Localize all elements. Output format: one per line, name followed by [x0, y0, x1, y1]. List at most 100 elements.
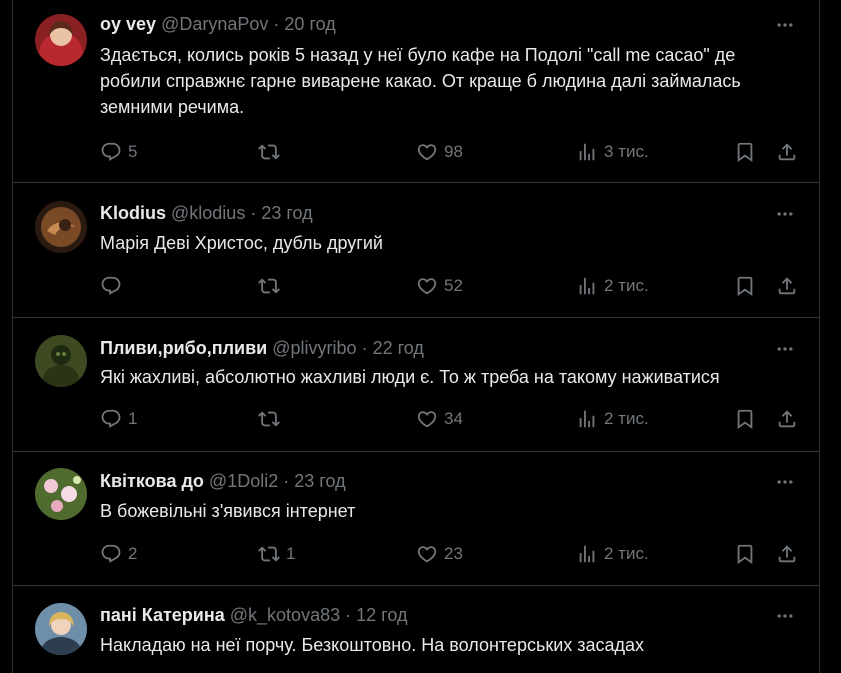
views-button[interactable]: 2 тис. — [576, 542, 649, 566]
repost-icon — [258, 275, 280, 297]
tweet[interactable]: Klodius @klodius · 23 год Марія Деві Хри… — [13, 183, 819, 318]
tweet-text: В божевільні з'явився інтернет — [100, 501, 356, 521]
display-name[interactable]: Пливи,рибо,пливи — [100, 338, 267, 358]
views-button[interactable]: 2 тис. — [576, 407, 649, 431]
heart-icon — [416, 141, 438, 163]
display-name[interactable]: Квіткова до — [100, 471, 204, 491]
repost-count: 1 — [286, 544, 296, 563]
reply-button[interactable]: 2 — [100, 542, 137, 566]
timestamp[interactable]: 20 год — [284, 14, 335, 34]
reply-icon — [100, 275, 122, 297]
reply-icon — [100, 543, 122, 565]
tweet[interactable]: oy vey @DarynaPov · 20 год Здається, кол… — [13, 0, 819, 183]
share-button[interactable] — [776, 407, 798, 431]
reply-button[interactable]: 1 — [100, 407, 137, 431]
more-dots-icon[interactable] — [775, 204, 795, 224]
separator: · — [250, 203, 257, 223]
view-count: 2 тис. — [604, 544, 649, 563]
user-handle[interactable]: @klodius — [171, 203, 245, 223]
like-button[interactable]: 23 — [416, 542, 463, 566]
share-button[interactable] — [776, 140, 798, 164]
reply-count: 2 — [128, 544, 138, 563]
action-bar: 1 34 2 тис. — [100, 407, 801, 431]
separator: · — [283, 471, 290, 491]
avatar[interactable] — [35, 335, 87, 387]
timestamp[interactable]: 12 год — [356, 605, 407, 625]
reply-button[interactable]: 5 — [100, 140, 137, 164]
more-dots-icon[interactable] — [775, 339, 795, 359]
tweet-text: Накладаю на неї порчу. Безкоштовно. На в… — [100, 635, 645, 655]
bookmark-icon — [734, 275, 756, 297]
more-dots-icon[interactable] — [775, 15, 795, 35]
views-icon — [576, 408, 598, 430]
separator: · — [273, 14, 280, 34]
repost-button[interactable] — [258, 407, 286, 431]
bookmark-icon — [734, 408, 756, 430]
like-button[interactable]: 52 — [416, 274, 463, 298]
reply-timeline: oy vey @DarynaPov · 20 год Здається, кол… — [12, 0, 820, 673]
like-count: 52 — [444, 276, 463, 295]
bookmark-icon — [734, 543, 756, 565]
share-button[interactable] — [776, 274, 798, 298]
share-icon — [776, 543, 798, 565]
repost-button[interactable]: 1 — [258, 542, 295, 566]
repost-button[interactable] — [258, 274, 286, 298]
user-handle[interactable]: @k_kotova83 — [230, 605, 340, 625]
action-bar: 5 98 3 тис. — [100, 140, 801, 164]
timestamp[interactable]: 23 год — [261, 203, 312, 223]
timestamp[interactable]: 23 год — [294, 471, 345, 491]
action-bar: 2 1 23 2 тис. — [100, 542, 801, 566]
reply-icon — [100, 408, 122, 430]
views-icon — [576, 275, 598, 297]
heart-icon — [416, 408, 438, 430]
more-dots-icon[interactable] — [775, 472, 795, 492]
tweet[interactable]: Квіткова до @1Doli2 · 23 год В божевільн… — [13, 452, 819, 586]
repost-icon — [258, 141, 280, 163]
reply-count: 1 — [128, 409, 138, 428]
reply-icon — [100, 141, 122, 163]
avatar[interactable] — [35, 201, 87, 253]
views-button[interactable]: 2 тис. — [576, 274, 649, 298]
view-count: 3 тис. — [604, 142, 649, 161]
reply-count: 5 — [128, 142, 138, 161]
more-dots-icon[interactable] — [775, 606, 795, 626]
display-name[interactable]: Klodius — [100, 203, 166, 223]
avatar[interactable] — [35, 468, 87, 520]
user-handle[interactable]: @DarynaPov — [161, 14, 268, 34]
avatar[interactable] — [35, 14, 87, 66]
reply-button[interactable] — [100, 274, 128, 298]
like-button[interactable]: 34 — [416, 407, 463, 431]
user-handle[interactable]: @plivyribo — [272, 338, 356, 358]
views-icon — [576, 543, 598, 565]
repost-icon — [258, 408, 280, 430]
tweet[interactable]: Пливи,рибо,пливи @plivyribo · 22 год Які… — [13, 318, 819, 452]
timestamp[interactable]: 22 год — [373, 338, 424, 358]
tweet-text: Здається, колись років 5 назад у неї бул… — [100, 45, 741, 117]
repost-icon — [258, 543, 280, 565]
avatar[interactable] — [35, 603, 87, 655]
separator: · — [361, 338, 368, 358]
view-count: 2 тис. — [604, 276, 649, 295]
share-button[interactable] — [776, 542, 798, 566]
tweet-text: Які жахливі, абсолютно жахливі люди є. Т… — [100, 367, 720, 387]
user-handle[interactable]: @1Doli2 — [209, 471, 278, 491]
action-bar: 52 2 тис. — [100, 274, 801, 298]
separator: · — [345, 605, 352, 625]
bookmark-button[interactable] — [734, 542, 756, 566]
like-count: 23 — [444, 544, 463, 563]
display-name[interactable]: пані Катерина — [100, 605, 225, 625]
like-count: 34 — [444, 409, 463, 428]
view-count: 2 тис. — [604, 409, 649, 428]
heart-icon — [416, 543, 438, 565]
display-name[interactable]: oy vey — [100, 14, 156, 34]
like-button[interactable]: 98 — [416, 140, 463, 164]
like-count: 98 — [444, 142, 463, 161]
tweet-text: Марія Деві Христос, дубль другий — [100, 233, 383, 253]
bookmark-button[interactable] — [734, 140, 756, 164]
tweet[interactable]: пані Катерина @k_kotova83 · 12 год Накла… — [13, 586, 819, 673]
views-button[interactable]: 3 тис. — [576, 140, 649, 164]
bookmark-button[interactable] — [734, 274, 756, 298]
bookmark-button[interactable] — [734, 407, 756, 431]
heart-icon — [416, 275, 438, 297]
repost-button[interactable] — [258, 140, 286, 164]
